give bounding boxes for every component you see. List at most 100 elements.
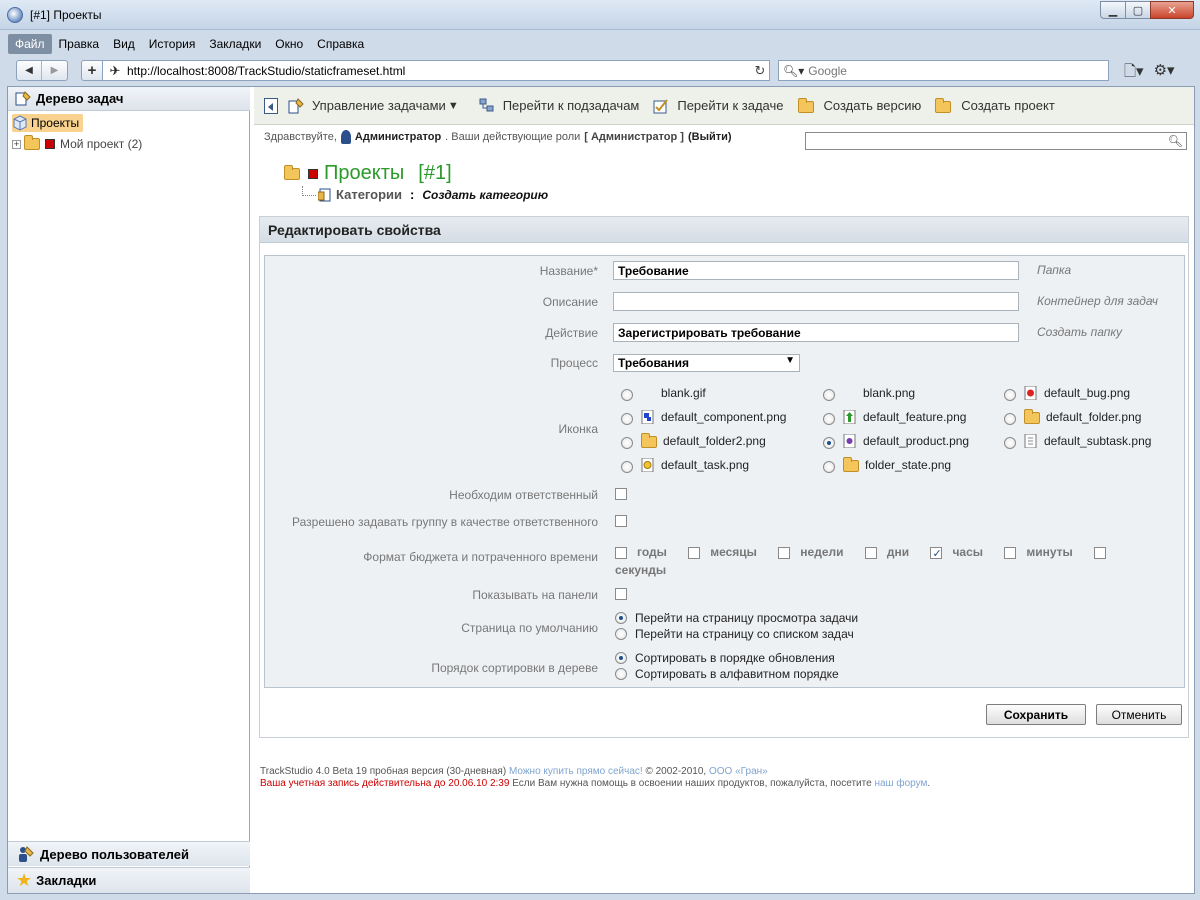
icon-radio[interactable] (621, 461, 633, 473)
icon-option-default-task[interactable]: default_task.png (621, 456, 749, 473)
icon-option-default-folder[interactable]: default_folder.png (1004, 408, 1141, 425)
expand-icon[interactable]: + (12, 139, 21, 149)
icon-radio[interactable] (621, 413, 633, 425)
menu-file[interactable]: Файл (8, 33, 52, 54)
budget-unit-hours[interactable]: часы (930, 545, 983, 563)
maximize-button[interactable]: ▢ (1125, 1, 1151, 19)
save-button[interactable]: Сохранить (986, 704, 1086, 725)
budget-checkbox[interactable] (1004, 546, 1017, 559)
name-hint: Папка (1037, 263, 1072, 277)
back-button[interactable]: ◀ (17, 61, 42, 80)
url-text[interactable]: http://localhost:8008/TrackStudio/static… (127, 64, 751, 78)
process-select[interactable]: Требования ▼ (613, 354, 800, 372)
icon-option-default-component[interactable]: default_component.png (621, 408, 786, 425)
logout-link[interactable]: (Выйти) (688, 131, 732, 143)
reload-icon[interactable]: ↻ (751, 63, 769, 79)
action-field[interactable]: Зарегистрировать требование (613, 323, 1019, 342)
menu-help[interactable]: Справка (310, 34, 371, 54)
icon-radio[interactable] (1004, 389, 1016, 401)
window-titlebar: [#1] Проекты ▁ ▢ ✕ (0, 0, 1200, 30)
minimize-button[interactable]: ▁ (1100, 1, 1126, 19)
icon-option-blank-png[interactable]: blank.png (823, 384, 915, 401)
cube-icon (13, 115, 27, 131)
radio[interactable] (615, 628, 627, 640)
allow-group-checkbox[interactable] (615, 515, 627, 527)
address-bar[interactable]: ✈ http://localhost:8008/TrackStudio/stat… (102, 60, 770, 81)
budget-checkbox[interactable] (615, 546, 627, 559)
icon-radio[interactable] (823, 413, 835, 425)
icon-option-default-feature[interactable]: default_feature.png (823, 408, 966, 425)
tree-item-my-project[interactable]: + Мой проект (2) (12, 135, 142, 153)
menu-history[interactable]: История (142, 34, 203, 54)
search-box[interactable]: 🔍︎▾ Google (778, 60, 1109, 81)
quick-search-input[interactable]: 🔍︎ (805, 132, 1187, 150)
gear-icon[interactable]: ⚙▾ (1154, 61, 1175, 86)
radio[interactable] (615, 668, 627, 680)
cancel-button[interactable]: Отменить (1096, 704, 1182, 725)
sidebar-header[interactable]: Дерево задач (8, 87, 250, 111)
icon-option-default-subtask[interactable]: default_subtask.png (1004, 432, 1151, 449)
manage-tasks-button[interactable]: Управление задачами ▼ (288, 97, 459, 114)
create-category-link[interactable]: Создать категорию (422, 188, 548, 202)
icon-radio-selected[interactable] (823, 437, 835, 449)
budget-checkbox[interactable] (778, 546, 791, 559)
icon-radio[interactable] (621, 437, 633, 449)
user-tree-tab[interactable]: Дерево пользователей (8, 841, 250, 866)
window-controls: ▁ ▢ ✕ (1100, 1, 1194, 19)
icon-radio[interactable] (823, 389, 835, 401)
need-responsible-checkbox[interactable] (615, 488, 627, 500)
go-to-subtasks-button[interactable]: Перейти к подзадачам (479, 98, 639, 114)
radio-selected[interactable] (615, 652, 627, 664)
search-placeholder[interactable]: Google (808, 64, 847, 78)
sort-option-alpha[interactable]: Сортировать в алфавитном порядке (615, 667, 839, 681)
menu-window[interactable]: Окно (268, 34, 310, 54)
close-button[interactable]: ✕ (1150, 1, 1194, 19)
budget-checkbox-checked[interactable] (930, 545, 943, 563)
menu-bookmarks[interactable]: Закладки (202, 34, 268, 54)
bookmarks-tab[interactable]: ★ Закладки (8, 867, 250, 893)
budget-unit-months[interactable]: месяцы (688, 545, 757, 559)
go-to-task-button[interactable]: Перейти к задаче (653, 98, 784, 114)
create-version-button[interactable]: Создать версию (797, 98, 921, 113)
menu-view[interactable]: Вид (106, 34, 142, 54)
collapse-sidebar-icon[interactable] (264, 97, 278, 114)
panel-title: Редактировать свойства (260, 217, 1188, 243)
buy-now-link[interactable]: Можно купить прямо сейчас! (509, 766, 643, 777)
budget-checkbox[interactable] (1094, 546, 1107, 559)
name-field[interactable]: Требование (613, 261, 1019, 280)
budget-unit-years[interactable]: годы (615, 545, 667, 559)
budget-checkbox[interactable] (688, 546, 701, 559)
search-icon[interactable]: 🔍︎ (1168, 134, 1183, 148)
company-link[interactable]: ООО «Гран» (709, 766, 768, 777)
tree-root-projects[interactable]: Проекты (12, 114, 84, 132)
icon-option-default-bug[interactable]: default_bug.png (1004, 384, 1130, 401)
process-label: Процесс (550, 356, 598, 370)
icon-radio[interactable] (621, 389, 633, 401)
menu-edit[interactable]: Правка (52, 34, 107, 54)
page-title-text[interactable]: Проекты (324, 162, 404, 185)
sort-option-updated[interactable]: Сортировать в порядке обновления (615, 651, 835, 665)
default-page-option-list[interactable]: Перейти на страницу со списком задач (615, 627, 854, 641)
radio-selected[interactable] (615, 612, 627, 624)
description-field[interactable] (613, 292, 1019, 311)
icon-option-blank-gif[interactable]: blank.gif (621, 384, 706, 401)
icon-option-default-product[interactable]: default_product.png (823, 432, 969, 449)
budget-unit-days[interactable]: дни (864, 545, 909, 559)
icon-radio[interactable] (1004, 437, 1016, 449)
forum-link[interactable]: наш форум (874, 778, 927, 789)
budget-checkbox[interactable] (864, 546, 877, 559)
create-project-button[interactable]: Создать проект (935, 98, 1055, 113)
icon-option-default-folder2[interactable]: default_folder2.png (621, 432, 766, 449)
categories-link[interactable]: Категории (336, 187, 402, 202)
page-menu-icon[interactable]: 🗋▾ (1124, 61, 1144, 86)
icon-option-folder-state[interactable]: folder_state.png (823, 456, 951, 473)
budget-unit-minutes[interactable]: минуты (1004, 545, 1073, 559)
icon-radio[interactable] (823, 461, 835, 473)
add-bookmark-button[interactable]: + (81, 60, 103, 81)
greeting-user[interactable]: Администратор (355, 131, 441, 143)
icon-radio[interactable] (1004, 413, 1016, 425)
default-page-option-view[interactable]: Перейти на страницу просмотра задачи (615, 611, 858, 625)
budget-unit-weeks[interactable]: недели (778, 545, 844, 559)
show-on-panel-checkbox[interactable] (615, 588, 627, 600)
forward-button[interactable]: ▶ (42, 61, 67, 80)
